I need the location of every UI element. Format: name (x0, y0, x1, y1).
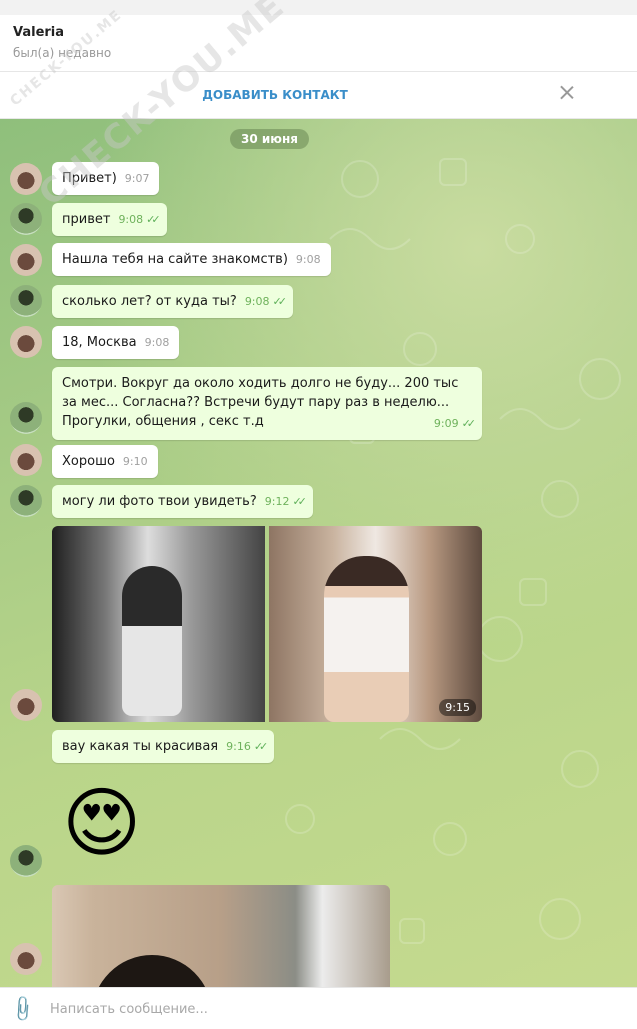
photo-1[interactable] (52, 526, 265, 722)
photo-message[interactable] (52, 885, 390, 987)
message-bubble[interactable]: Привет) 9:07 (52, 162, 160, 195)
avatar[interactable] (10, 689, 42, 721)
message-text: вау какая ты красивая (62, 739, 219, 754)
message-time: 9:16 (226, 740, 251, 753)
photo-2[interactable] (269, 526, 482, 722)
add-contact-button[interactable]: ДОБАВИТЬ КОНТАКТ (0, 72, 550, 118)
message-bubble[interactable]: вау какая ты красивая 9:16 ✓✓ (52, 730, 275, 763)
message-time: 9:07 (124, 172, 150, 185)
add-contact-bar: ДОБАВИТЬ КОНТАКТ (0, 72, 637, 119)
chat-header[interactable]: Valeria был(а) недавно (0, 15, 637, 72)
message-bubble[interactable]: 18, Москва 9:08 (52, 326, 180, 359)
message-text: могу ли фото твои увидеть? (62, 494, 257, 509)
message-bubble[interactable]: Смотри. Вокруг да около ходить долго не … (52, 367, 482, 440)
photo-album[interactable]: 9:15 (52, 526, 482, 722)
message-text: Хорошо (62, 454, 115, 469)
avatar[interactable] (10, 485, 42, 517)
emoji-message[interactable]: 😍 (62, 783, 141, 863)
message-time: 9:08 (295, 253, 321, 266)
message-input[interactable] (48, 996, 612, 1022)
window-top-strip (0, 0, 637, 15)
message-bubble[interactable]: Хорошо 9:10 (52, 445, 158, 478)
avatar[interactable] (10, 285, 42, 317)
avatar[interactable] (10, 203, 42, 235)
message-composer: 📎 (0, 987, 637, 1029)
message-time: 9:10 (122, 455, 148, 468)
message-text: привет (62, 212, 111, 227)
photo-subject (324, 556, 409, 722)
message-time: 9:08 (118, 213, 144, 226)
contact-name[interactable]: Valeria (13, 25, 64, 40)
message-text: Нашла тебя на сайте знакомств) (62, 252, 288, 267)
message-bubble[interactable]: могу ли фото твои увидеть? 9:12 ✓✓ (52, 485, 313, 518)
avatar[interactable] (10, 402, 42, 434)
message-bubble[interactable]: привет 9:08 ✓✓ (52, 203, 167, 236)
paperclip-icon[interactable]: 📎 (7, 994, 38, 1025)
message-text: сколько лет? от куда ты? (62, 294, 237, 309)
message-text: Смотри. Вокруг да около ходить долго не … (62, 376, 459, 429)
message-time: 9:08 (244, 295, 270, 308)
avatar[interactable] (10, 326, 42, 358)
message-time: 9:09 ✓✓ (433, 417, 476, 430)
double-check-icon: ✓✓ (272, 295, 288, 308)
avatar[interactable] (10, 163, 42, 195)
double-check-icon: ✓✓ (146, 213, 161, 226)
date-separator: 30 июня (230, 129, 309, 149)
message-time: 9:08 (144, 336, 170, 349)
close-icon[interactable] (557, 83, 577, 103)
message-bubble[interactable]: Нашла тебя на сайте знакомств) 9:08 (52, 243, 331, 276)
message-text: 18, Москва (62, 335, 137, 350)
photo-subject (92, 955, 212, 987)
message-bubble[interactable]: сколько лет? от куда ты? 9:08 ✓✓ (52, 285, 293, 318)
avatar[interactable] (10, 845, 42, 877)
photo-time: 9:15 (439, 699, 476, 716)
contact-status: был(а) недавно (13, 46, 112, 60)
photo-subject (122, 566, 182, 716)
chat-area[interactable]: 30 июня Привет) 9:07 привет 9:08 ✓✓ Нашла т… (0, 119, 637, 987)
message-text: Привет) (62, 171, 117, 186)
avatar[interactable] (10, 943, 42, 975)
message-time: 9:12 (264, 495, 290, 508)
avatar[interactable] (10, 244, 42, 276)
double-check-icon: ✓✓ (253, 740, 269, 753)
double-check-icon: ✓✓ (292, 495, 307, 508)
avatar[interactable] (10, 444, 42, 476)
